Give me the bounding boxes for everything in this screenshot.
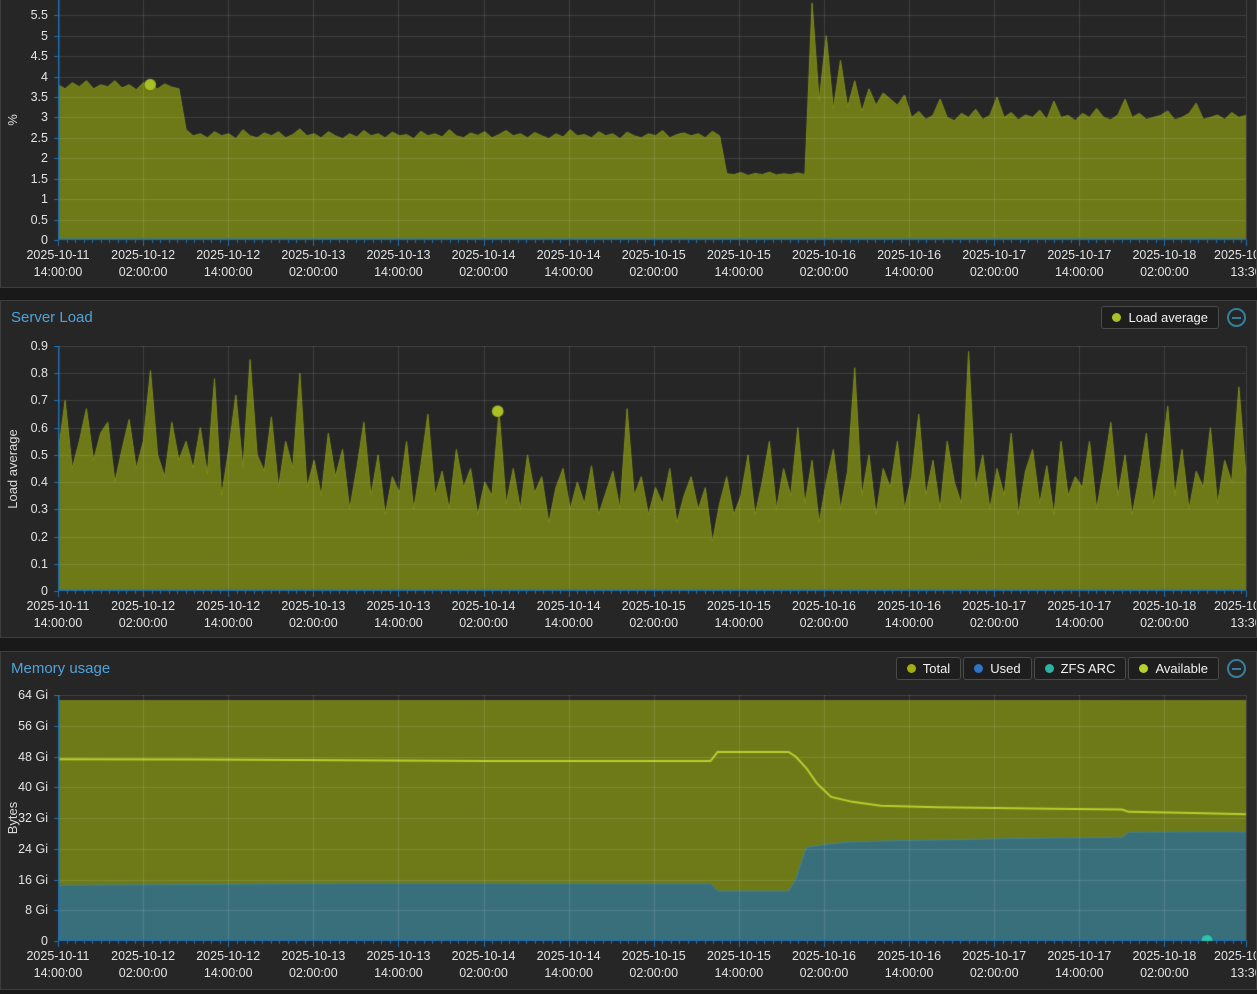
legend-dot-icon	[974, 664, 983, 673]
legend-dot-icon	[1112, 313, 1121, 322]
memory-usage-panel: Memory usage Total Used ZFS ARC Available 0…	[0, 651, 1257, 990]
legend-item-total[interactable]: Total	[896, 657, 961, 680]
server-load-header: Server Load Load average	[1, 301, 1256, 335]
y-tick-label: 0.9	[1, 338, 48, 354]
memory-usage-chart[interactable]	[50, 695, 1257, 948]
collapse-button[interactable]	[1227, 308, 1246, 327]
minus-icon	[1232, 317, 1241, 319]
x-tick-label: 2025-10-18 13:30	[1186, 247, 1257, 281]
legend-dot-icon	[1139, 664, 1148, 673]
server-load-panel: Server Load Load average 00.10.20.30.40.…	[0, 300, 1257, 638]
server-load-legend: Load average	[1101, 306, 1219, 329]
cpu-usage-chart[interactable]	[50, 0, 1257, 247]
legend-item-used[interactable]: Used	[963, 657, 1031, 680]
collapse-button[interactable]	[1227, 659, 1246, 678]
legend-label: Total	[923, 661, 950, 676]
y-axis-title: %	[5, 20, 21, 220]
legend-label: ZFS ARC	[1061, 661, 1116, 676]
x-tick-label: 2025-10-18 13:30	[1186, 598, 1257, 632]
legend-label: Used	[990, 661, 1020, 676]
legend-dot-icon	[1045, 664, 1054, 673]
legend-item-available[interactable]: Available	[1128, 657, 1219, 680]
monitoring-dashboard: 00.511.522.533.544.555.52025-10-11 14:00…	[0, 0, 1257, 994]
legend-label: Load average	[1128, 310, 1208, 325]
minus-icon	[1232, 668, 1241, 670]
y-tick-label: 64 Gi	[1, 687, 48, 703]
panel-title: Memory usage	[11, 660, 110, 677]
y-axis-title: Bytes	[5, 718, 21, 918]
y-tick-label: 0	[1, 933, 48, 949]
memory-usage-legend: Total Used ZFS ARC Available	[896, 657, 1219, 680]
y-axis-title: Load average	[5, 369, 21, 569]
cpu-usage-panel: 00.511.522.533.544.555.52025-10-11 14:00…	[0, 0, 1257, 288]
legend-item-zfs-arc[interactable]: ZFS ARC	[1034, 657, 1127, 680]
legend-dot-icon	[907, 664, 916, 673]
legend-label: Available	[1155, 661, 1208, 676]
x-tick-label: 2025-10-18 13:30	[1186, 948, 1257, 982]
y-tick-label: 0	[1, 232, 48, 248]
server-load-chart[interactable]	[50, 346, 1257, 598]
panel-title: Server Load	[11, 309, 93, 326]
memory-usage-header: Memory usage Total Used ZFS ARC Available	[1, 652, 1256, 686]
legend-item-load-average[interactable]: Load average	[1101, 306, 1219, 329]
y-tick-label: 0	[1, 583, 48, 599]
